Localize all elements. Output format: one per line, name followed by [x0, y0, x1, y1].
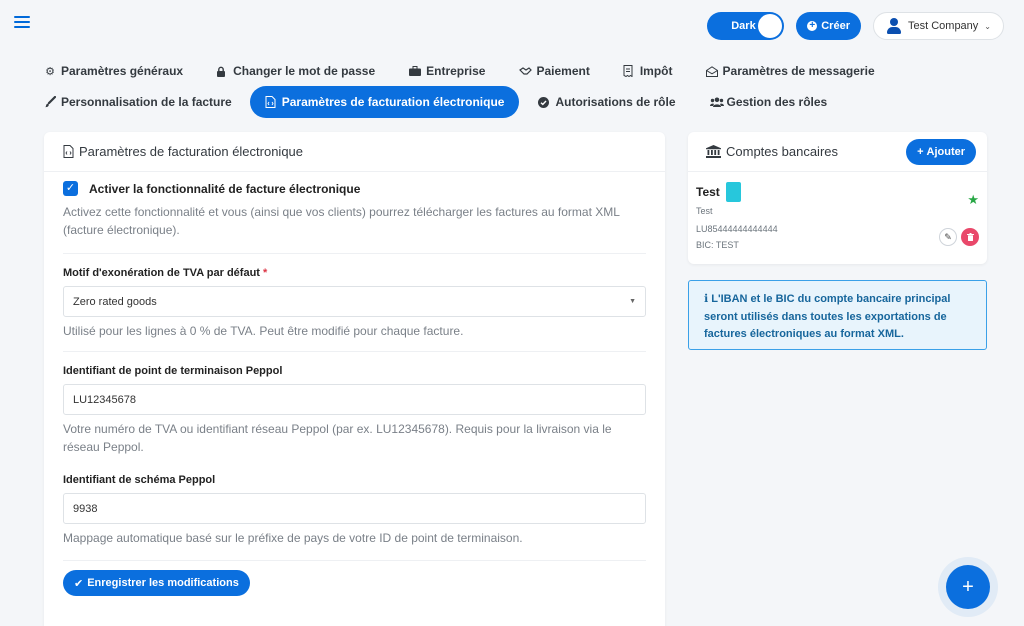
vat-exemption-select[interactable]: Zero rated goods ▼	[63, 286, 646, 317]
tab-label: Impôt	[639, 64, 673, 78]
bank-account-name: Test	[696, 185, 720, 199]
enable-einvoice-label: Activer la fonctionnalité de facture éle…	[89, 182, 361, 196]
card-title: Paramètres de facturation électronique	[79, 144, 304, 159]
enable-einvoice-help: Activez cette fonctionnalité et vous (ai…	[63, 205, 620, 237]
bank-accounts-card: Comptes bancaires + Ajouter Test Test LU…	[688, 132, 987, 264]
required-mark: *	[263, 267, 268, 279]
plus-icon: +	[962, 575, 974, 598]
tab-role-management[interactable]: Gestion des rôles	[709, 93, 828, 111]
tab-mail-settings[interactable]: Paramètres de messagerie	[705, 62, 875, 80]
tab-role-permissions[interactable]: Autorisations de rôle	[538, 93, 676, 111]
tab-company[interactable]: Entreprise	[409, 62, 485, 80]
check-circle-icon	[538, 96, 550, 108]
info-alert-text: L'IBAN et le BIC du compte bancaire prin…	[704, 293, 951, 340]
toggle-knob	[758, 14, 783, 38]
paintbrush-icon	[44, 96, 56, 108]
save-button-label: Enregistrer les modifications	[87, 577, 239, 589]
lock-icon	[216, 66, 228, 77]
enable-einvoice-row: ✓ Activer la fonctionnalité de facture é…	[63, 180, 646, 196]
iban-info-alert: ℹ L'IBAN et le BIC du compte bancaire pr…	[688, 280, 987, 350]
peppol-scheme-value: 9938	[73, 502, 98, 515]
tab-tax[interactable]: Impôt	[623, 62, 673, 80]
bank-account-iban: LU85444444444444	[696, 224, 778, 234]
primary-star-icon[interactable]: ★	[967, 192, 979, 208]
bank-card-header: Comptes bancaires + Ajouter	[688, 132, 987, 172]
peppol-scheme-label: Identifiant de schéma Peppol	[63, 474, 216, 486]
add-bank-account-button[interactable]: + Ajouter	[906, 138, 976, 165]
tab-label: Changer le mot de passe	[233, 64, 376, 78]
card-body: ✓ Activer la fonctionnalité de facture é…	[44, 172, 665, 604]
user-icon	[886, 18, 902, 34]
chevron-down-icon: ⌄	[984, 21, 991, 31]
menu-toggle-icon[interactable]	[14, 16, 30, 30]
topbar-actions: Dark + Créer Test Company ⌄	[707, 12, 1004, 40]
einvoice-settings-card: Paramètres de facturation électronique ✓…	[44, 132, 665, 626]
tab-label: Paramètres généraux	[61, 64, 184, 78]
tab-general-settings[interactable]: ⚙ Paramètres généraux	[44, 62, 183, 80]
briefcase-icon	[409, 66, 422, 76]
users-icon	[709, 97, 724, 107]
card-header: Paramètres de facturation électronique	[44, 132, 665, 172]
dark-mode-toggle[interactable]: Dark	[707, 12, 785, 40]
handshake-icon	[519, 66, 533, 76]
settings-tabs-row-2: Personnalisation de la facture Paramètre…	[44, 86, 827, 118]
tab-label: Entreprise	[426, 64, 486, 78]
receipt-icon	[623, 65, 635, 77]
bank-card-title: Comptes bancaires	[706, 144, 838, 159]
bank-icon	[706, 145, 721, 158]
info-circle-icon: ℹ	[704, 293, 709, 305]
floating-add-button[interactable]: +	[946, 565, 990, 609]
divider	[63, 351, 646, 352]
peppol-endpoint-help: Votre numéro de TVA ou identifiant résea…	[63, 422, 612, 454]
bank-account-actions: ✎	[939, 228, 979, 246]
enable-einvoice-checkbox[interactable]: ✓	[63, 180, 78, 196]
divider	[63, 560, 646, 561]
create-button[interactable]: + Créer	[796, 12, 861, 40]
tab-label: Paramètres de facturation électronique	[281, 95, 505, 109]
bank-card-title-text: Comptes bancaires	[726, 144, 838, 159]
vat-exemption-label-text: Motif d'exonération de TVA par défaut	[63, 267, 260, 279]
delete-trash-icon[interactable]	[961, 228, 979, 246]
tab-label: Paramètres de messagerie	[722, 64, 875, 78]
vat-exemption-label: Motif d'exonération de TVA par défaut *	[63, 267, 646, 279]
edit-pencil-icon[interactable]: ✎	[939, 228, 957, 246]
tab-einvoice-settings[interactable]: Paramètres de facturation électronique	[249, 86, 520, 118]
tab-label: Paiement	[536, 64, 590, 78]
bank-name-row: Test	[696, 182, 979, 202]
peppol-endpoint-value: LU12345678	[73, 393, 137, 406]
bank-account-item: Test Test LU85444444444444 BIC: TEST ★ ✎	[688, 172, 987, 260]
company-menu[interactable]: Test Company ⌄	[872, 12, 1004, 40]
gear-icon: ⚙	[45, 65, 55, 78]
envelope-open-icon	[705, 65, 718, 77]
tab-invoice-customization[interactable]: Personnalisation de la facture	[44, 93, 232, 111]
tab-label: Autorisations de rôle	[555, 95, 676, 109]
bank-account-subtitle: Test	[696, 206, 713, 216]
tab-label: Personnalisation de la facture	[61, 95, 232, 109]
dark-mode-label: Dark	[731, 20, 756, 32]
settings-tabs-row-1: ⚙ Paramètres généraux Changer le mot de …	[44, 62, 875, 80]
tab-payment[interactable]: Paiement	[519, 62, 590, 80]
caret-down-icon: ▼	[629, 298, 636, 305]
add-button-label: Ajouter	[926, 145, 966, 158]
file-code-icon	[63, 145, 74, 158]
vat-exemption-value: Zero rated goods	[73, 295, 157, 308]
bank-account-bic: BIC: TEST	[696, 240, 739, 250]
peppol-endpoint-input[interactable]: LU12345678	[63, 384, 646, 415]
save-changes-button[interactable]: ✔ Enregistrer les modifications	[63, 570, 250, 596]
account-color-swatch	[725, 182, 741, 202]
peppol-endpoint-label: Identifiant de point de terminaison Pepp…	[63, 365, 283, 377]
vat-exemption-help: Utilisé pour les lignes à 0 % de TVA. Pe…	[63, 324, 464, 338]
plus-icon: +	[917, 145, 924, 158]
plus-circle-icon: +	[807, 21, 818, 31]
tab-label: Gestion des rôles	[726, 95, 828, 109]
peppol-scheme-input[interactable]: 9938	[63, 493, 646, 524]
divider	[63, 253, 646, 254]
create-button-label: Créer	[821, 20, 850, 32]
peppol-scheme-help: Mappage automatique basé sur le préfixe …	[63, 531, 523, 545]
tab-change-password[interactable]: Changer le mot de passe	[216, 62, 375, 80]
file-code-icon	[265, 96, 277, 108]
company-name: Test Company	[907, 20, 979, 32]
check-icon: ✔	[74, 577, 84, 590]
